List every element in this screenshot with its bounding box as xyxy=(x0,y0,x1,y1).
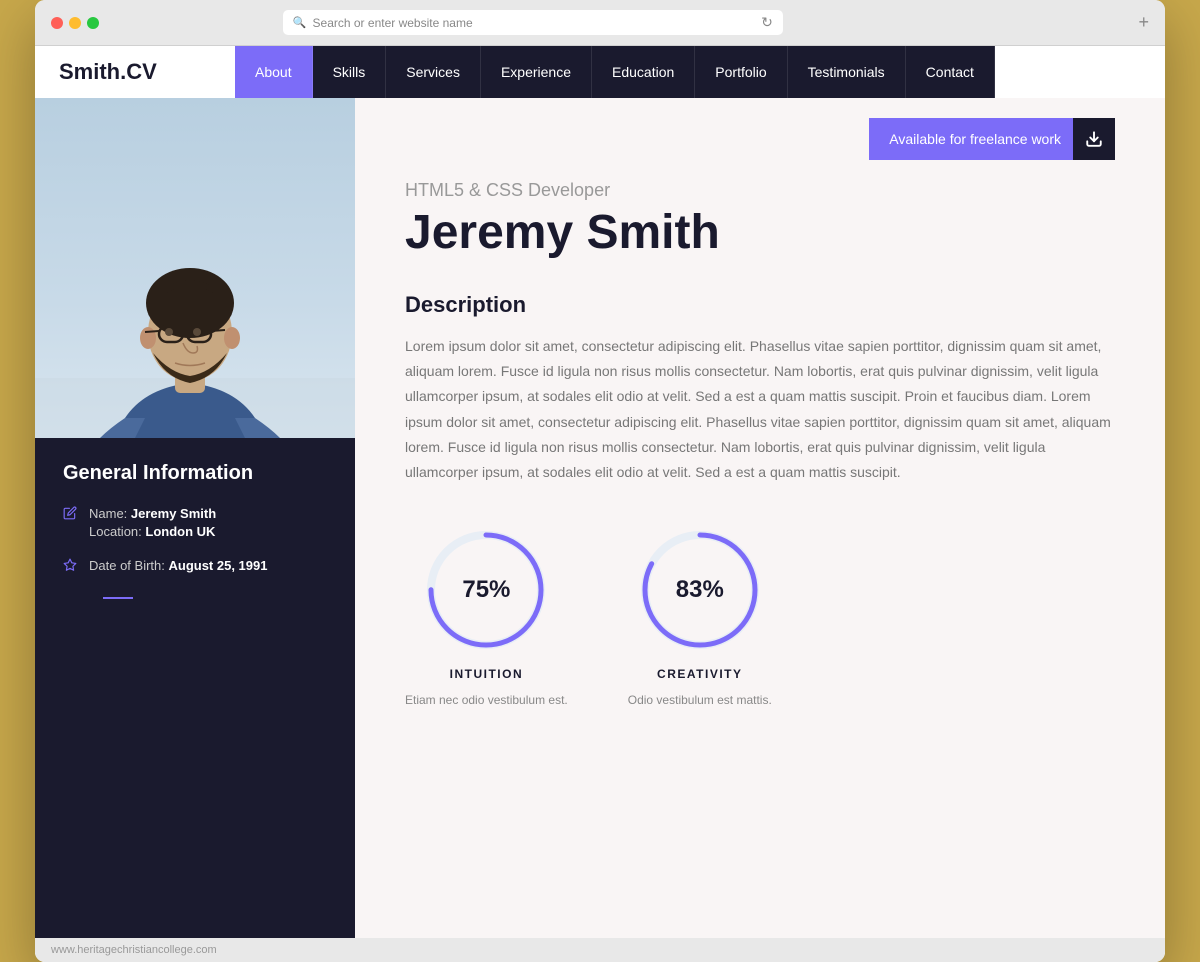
logo: Smith.CV xyxy=(35,46,235,98)
address-bar[interactable]: 🔍 Search or enter website name ↻ xyxy=(283,10,783,35)
website: Smith.CV About Skills Services Experienc… xyxy=(35,46,1165,962)
maximize-button-dot[interactable] xyxy=(87,17,99,29)
address-bar-text: Search or enter website name xyxy=(313,16,473,30)
stats-row: 75% INTUITION Etiam nec odio vestibulum … xyxy=(405,525,1115,747)
stat-intuition-value: 75% xyxy=(462,576,510,604)
stat-intuition-sublabel: Etiam nec odio vestibulum est. xyxy=(405,693,568,707)
description-title: Description xyxy=(405,292,1115,318)
browser-window: 🔍 Search or enter website name ↻ + Smith… xyxy=(35,0,1165,962)
stat-intuition-label: INTUITION xyxy=(450,667,524,681)
info-item-name: Name: Jeremy Smith Location: London UK xyxy=(63,505,327,541)
freelance-button[interactable]: Available for freelance work xyxy=(869,118,1115,160)
nav-item-skills[interactable]: Skills xyxy=(313,46,387,98)
content-area: Available for freelance work HTML5 & CSS… xyxy=(355,98,1165,938)
browser-chrome: 🔍 Search or enter website name ↻ + xyxy=(35,0,1165,46)
info-name-text: Name: Jeremy Smith Location: London UK xyxy=(89,505,216,541)
browser-dots xyxy=(51,17,99,29)
stat-creativity-value: 83% xyxy=(676,576,724,604)
info-item-dob: Date of Birth: August 25, 1991 xyxy=(63,557,327,577)
circle-creativity: 83% xyxy=(635,525,765,655)
nav-item-services[interactable]: Services xyxy=(386,46,481,98)
nav-item-testimonials[interactable]: Testimonials xyxy=(788,46,906,98)
nav-items: About Skills Services Experience Educati… xyxy=(235,46,995,98)
star-icon xyxy=(63,558,77,577)
hero-name: Jeremy Smith xyxy=(405,205,1115,260)
minimize-button-dot[interactable] xyxy=(69,17,81,29)
nav-item-experience[interactable]: Experience xyxy=(481,46,592,98)
search-icon: 🔍 xyxy=(293,16,307,29)
nav-item-contact[interactable]: Contact xyxy=(906,46,995,98)
nav-item-education[interactable]: Education xyxy=(592,46,695,98)
edit-icon xyxy=(63,506,77,525)
stat-creativity-label: CREATIVITY xyxy=(657,667,742,681)
sidebar: General Information Name: Jeremy Smith L… xyxy=(35,98,355,938)
reload-button[interactable]: ↻ xyxy=(761,14,773,31)
info-divider xyxy=(103,597,133,599)
footer-watermark: www.heritagechristiancollege.com xyxy=(35,938,1165,962)
freelance-btn-container: Available for freelance work xyxy=(405,98,1115,160)
info-dob-text: Date of Birth: August 25, 1991 xyxy=(89,557,267,575)
hero-subtitle: HTML5 & CSS Developer xyxy=(405,180,1115,201)
general-info-panel: General Information Name: Jeremy Smith L… xyxy=(35,438,355,938)
profile-photo-svg xyxy=(35,98,355,438)
general-info-title: General Information xyxy=(63,462,327,485)
stat-intuition: 75% INTUITION Etiam nec odio vestibulum … xyxy=(405,525,568,707)
main-content: General Information Name: Jeremy Smith L… xyxy=(35,98,1165,938)
circle-intuition: 75% xyxy=(421,525,551,655)
nav-item-about[interactable]: About xyxy=(235,46,313,98)
download-icon xyxy=(1073,118,1115,160)
stat-creativity: 83% CREATIVITY Odio vestibulum est matti… xyxy=(628,525,772,707)
description-body: Lorem ipsum dolor sit amet, consectetur … xyxy=(405,334,1115,485)
navbar: Smith.CV About Skills Services Experienc… xyxy=(35,46,1165,98)
add-tab-button[interactable]: + xyxy=(1138,12,1149,33)
nav-item-portfolio[interactable]: Portfolio xyxy=(695,46,787,98)
freelance-button-label: Available for freelance work xyxy=(889,131,1061,147)
stat-creativity-sublabel: Odio vestibulum est mattis. xyxy=(628,693,772,707)
close-button-dot[interactable] xyxy=(51,17,63,29)
profile-photo xyxy=(35,98,355,438)
